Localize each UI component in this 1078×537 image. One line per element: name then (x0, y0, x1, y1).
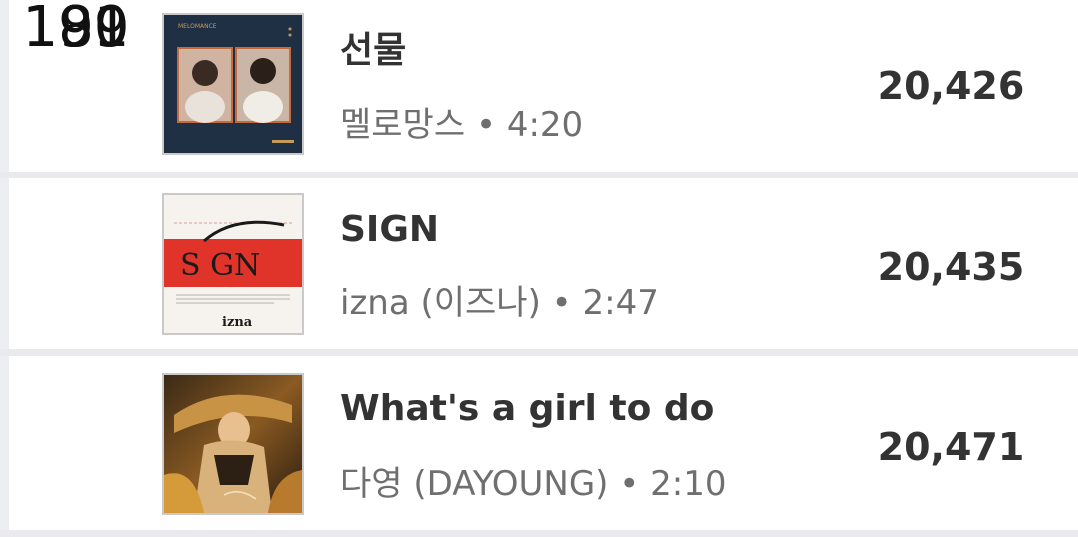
play-count: 20,435 (877, 245, 1025, 289)
chart-list: 189 MELOMANCE 선물 멜로망스 • 4:20 20,426 190 (0, 0, 1078, 537)
meta-separator: • (475, 105, 496, 145)
play-count: 20,426 (877, 64, 1025, 108)
artist-name[interactable]: 멜로망스 (340, 105, 465, 145)
track-duration: 2:47 (582, 283, 659, 323)
track-title[interactable]: What's a girl to do (340, 391, 714, 427)
album-cover[interactable]: MELOMANCE (162, 13, 304, 155)
track-meta: 다영 (DAYOUNG) • 2:10 (340, 467, 726, 501)
track-meta: 멜로망스 • 4:20 (340, 108, 583, 142)
play-count: 20,471 (877, 425, 1025, 469)
meta-separator: • (551, 283, 572, 323)
row-left-edge (0, 356, 9, 530)
rank-number: 191 (22, 0, 130, 60)
track-duration: 4:20 (506, 105, 584, 145)
cover-sign-text: S GN (180, 248, 260, 283)
album-cover[interactable]: S GN izna (162, 193, 304, 335)
meta-separator: • (619, 464, 640, 504)
melomance-album-cover-icon: MELOMANCE (164, 15, 302, 153)
izna-sign-album-cover-icon: S GN izna (164, 195, 302, 333)
row-left-edge (0, 0, 9, 172)
artist-name[interactable]: 다영 (DAYOUNG) (340, 464, 608, 504)
track-meta: izna (이즈나) • 2:47 (340, 286, 659, 320)
cover-logo-text: izna (222, 315, 253, 330)
cover-brand-text: MELOMANCE (178, 23, 217, 30)
artist-name[interactable]: izna (이즈나) (340, 283, 541, 323)
track-title[interactable]: SIGN (340, 212, 439, 248)
row-left-edge (0, 178, 9, 349)
dayoung-album-cover-icon (164, 375, 302, 513)
track-duration: 2:10 (650, 464, 727, 504)
album-cover[interactable] (162, 373, 304, 515)
track-title[interactable]: 선물 (340, 33, 406, 69)
